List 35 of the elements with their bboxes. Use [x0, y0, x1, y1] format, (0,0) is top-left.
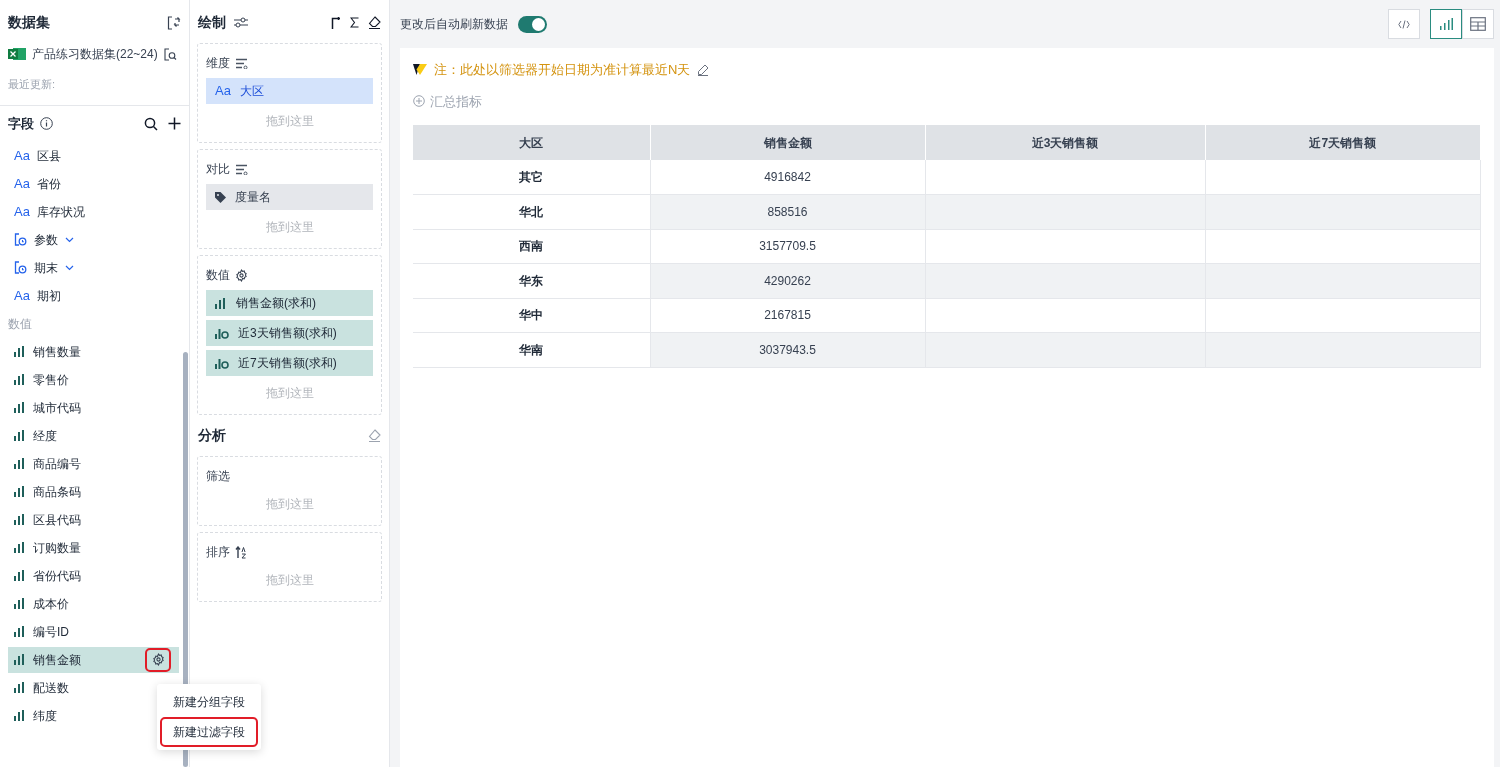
text-type-mark: Aa	[14, 146, 30, 165]
table-cell: 西南	[413, 229, 650, 264]
zone-title: 数值	[206, 267, 230, 284]
table-cell: 858516	[650, 194, 925, 229]
zone-title: 对比	[206, 161, 230, 178]
drop-hint: 拖到这里	[265, 385, 314, 402]
section-title: 字段	[8, 115, 34, 133]
text-type-mark: Aa	[14, 174, 30, 193]
text-type-mark: Aa	[215, 82, 231, 101]
table-cell: 华中	[413, 298, 650, 333]
drop-hint: 拖到这里	[265, 219, 314, 236]
drop-hint: 拖到这里	[265, 572, 314, 589]
table-cell: 4290262	[650, 263, 925, 298]
table-cell: 华北	[413, 194, 650, 229]
text-type-mark: Aa	[14, 286, 30, 305]
toggle-label: 更改后自动刷新数据	[400, 16, 508, 33]
drop-hint: 拖到这里	[265, 496, 314, 513]
note-text: 注：此处以筛选器开始日期为准计算最近N天	[434, 61, 691, 79]
panel-title: 绘制	[198, 13, 226, 32]
panel-title: 数据集	[8, 13, 50, 32]
section-label: 数值	[8, 315, 32, 333]
zone-title: 维度	[206, 55, 230, 72]
panel-title: 分析	[198, 426, 226, 445]
zone-title: 排序	[206, 544, 230, 561]
table-cell: 2167815	[650, 298, 925, 333]
text-type-mark: Aa	[14, 202, 30, 221]
table-cell: 华南	[413, 332, 650, 367]
table-cell: 4916842	[650, 160, 925, 195]
zone-title: 筛选	[206, 468, 230, 485]
last-updated-label: 最近更新:	[8, 78, 56, 90]
drop-hint: 拖到这里	[265, 113, 314, 130]
table-cell: 3037943.5	[650, 332, 925, 367]
table-cell: 华东	[413, 263, 650, 298]
table-cell: 3157709.5	[650, 229, 925, 264]
table-cell: 其它	[413, 160, 650, 195]
